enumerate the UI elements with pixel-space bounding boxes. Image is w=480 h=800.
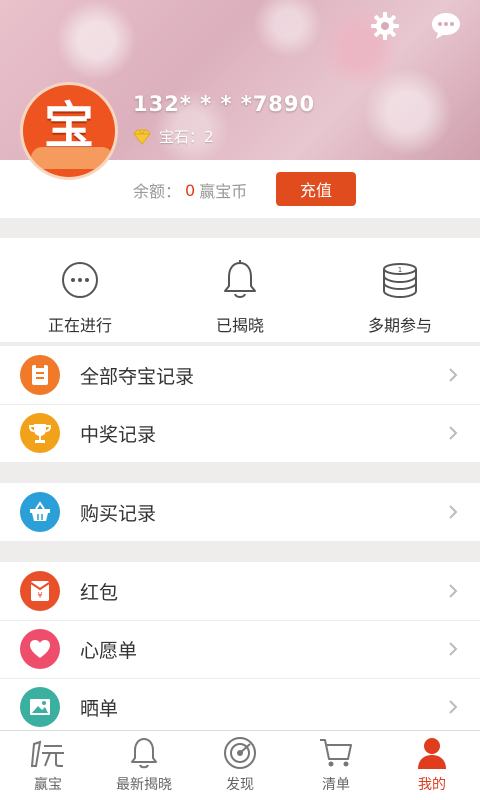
trophy-icon <box>20 413 60 453</box>
tab-list[interactable]: 清单 <box>288 731 384 800</box>
heart-icon <box>20 629 60 669</box>
bottom-tab-bar: 赢宝 最新揭晓 发现 清单 我的 <box>0 730 480 800</box>
avatar-char: 宝 <box>44 96 94 155</box>
cart-icon <box>320 739 352 767</box>
balance-prefix: 余额： <box>133 182 182 201</box>
avatar-cloud-decoration <box>31 147 113 169</box>
list-item-label: 晒单 <box>80 697 119 720</box>
bell-icon <box>224 260 256 298</box>
tab-label: 最新揭晓 <box>116 777 172 793</box>
gem-icon <box>133 129 151 145</box>
balance-row: 余额： 0 赢宝币 <box>133 178 247 202</box>
svg-text:1: 1 <box>398 266 402 274</box>
avatar[interactable]: 宝 <box>20 82 118 180</box>
balance-amount: 0 <box>185 180 196 200</box>
person-icon <box>418 738 446 769</box>
bell-icon <box>131 738 157 769</box>
misc-group: ¥ 红包 心愿单 晒单 <box>0 562 480 736</box>
tab-mine[interactable]: 我的 <box>384 731 480 800</box>
photo-icon <box>20 687 60 727</box>
chevron-right-icon <box>449 700 458 714</box>
quick-item-in-progress[interactable]: 正在进行 <box>0 238 160 342</box>
list-item-label: 中奖记录 <box>80 423 157 446</box>
svg-text:¥: ¥ <box>37 591 42 600</box>
quick-item-multi-period[interactable]: 1 多期参与 <box>320 238 480 342</box>
recharge-button[interactable]: 充值 <box>276 172 356 206</box>
radar-icon <box>224 737 256 769</box>
list-item-red-envelope[interactable]: ¥ 红包 <box>0 562 480 620</box>
list-item-win-records[interactable]: 中奖记录 <box>0 404 480 462</box>
balance-unit: 赢宝币 <box>199 182 248 201</box>
gem-label: 宝石：2 <box>159 128 214 146</box>
list-item-label: 红包 <box>80 581 119 604</box>
chat-bubble-icon <box>432 13 460 39</box>
settings-button[interactable] <box>369 10 401 42</box>
chevron-right-icon <box>449 642 458 656</box>
quick-item-label: 多期参与 <box>367 316 432 335</box>
gem-row: 宝石：2 <box>133 126 214 147</box>
list-item-wishlist[interactable]: 心愿单 <box>0 620 480 678</box>
tab-latest[interactable]: 最新揭晓 <box>96 731 192 800</box>
coin-stack-icon: 1 <box>383 263 417 299</box>
app-root: 宝 132* * * *7890 宝石：2 余额： 0 赢宝币 充值 正在进行 … <box>0 0 480 800</box>
tab-discover[interactable]: 发现 <box>192 731 288 800</box>
quick-item-label: 已揭晓 <box>215 316 264 335</box>
list-item-show-order[interactable]: 晒单 <box>0 678 480 736</box>
quick-item-revealed[interactable]: 已揭晓 <box>160 238 320 342</box>
list-item-label: 心愿单 <box>80 639 138 662</box>
chevron-right-icon <box>449 505 458 519</box>
list-item-label: 购买记录 <box>80 502 157 525</box>
list-item-all-records[interactable]: 全部夺宝记录 <box>0 346 480 404</box>
tab-label: 清单 <box>322 777 350 793</box>
tab-home[interactable]: 赢宝 <box>0 731 96 800</box>
user-phone: 132* * * *7890 <box>133 92 316 116</box>
quick-item-label: 正在进行 <box>47 316 112 335</box>
yiyuan-icon <box>30 740 64 767</box>
purchase-group: 购买记录 <box>0 483 480 541</box>
tab-label: 赢宝 <box>34 777 62 793</box>
gear-icon <box>371 12 399 40</box>
record-group: 全部夺宝记录 中奖记录 <box>0 346 480 462</box>
tab-label: 发现 <box>226 777 254 793</box>
chevron-right-icon <box>449 584 458 598</box>
tab-label: 我的 <box>418 777 446 793</box>
chevron-right-icon <box>449 426 458 440</box>
basket-icon <box>20 492 60 532</box>
record-icon <box>20 355 60 395</box>
chevron-right-icon <box>449 368 458 382</box>
list-item-label: 全部夺宝记录 <box>80 365 195 388</box>
red-envelope-icon: ¥ <box>20 571 60 611</box>
ellipsis-circle-icon <box>62 262 98 298</box>
list-item-purchase-records[interactable]: 购买记录 <box>0 483 480 541</box>
quick-entry-grid: 正在进行 已揭晓 1 多期参与 <box>0 238 480 342</box>
message-button[interactable] <box>430 10 462 42</box>
